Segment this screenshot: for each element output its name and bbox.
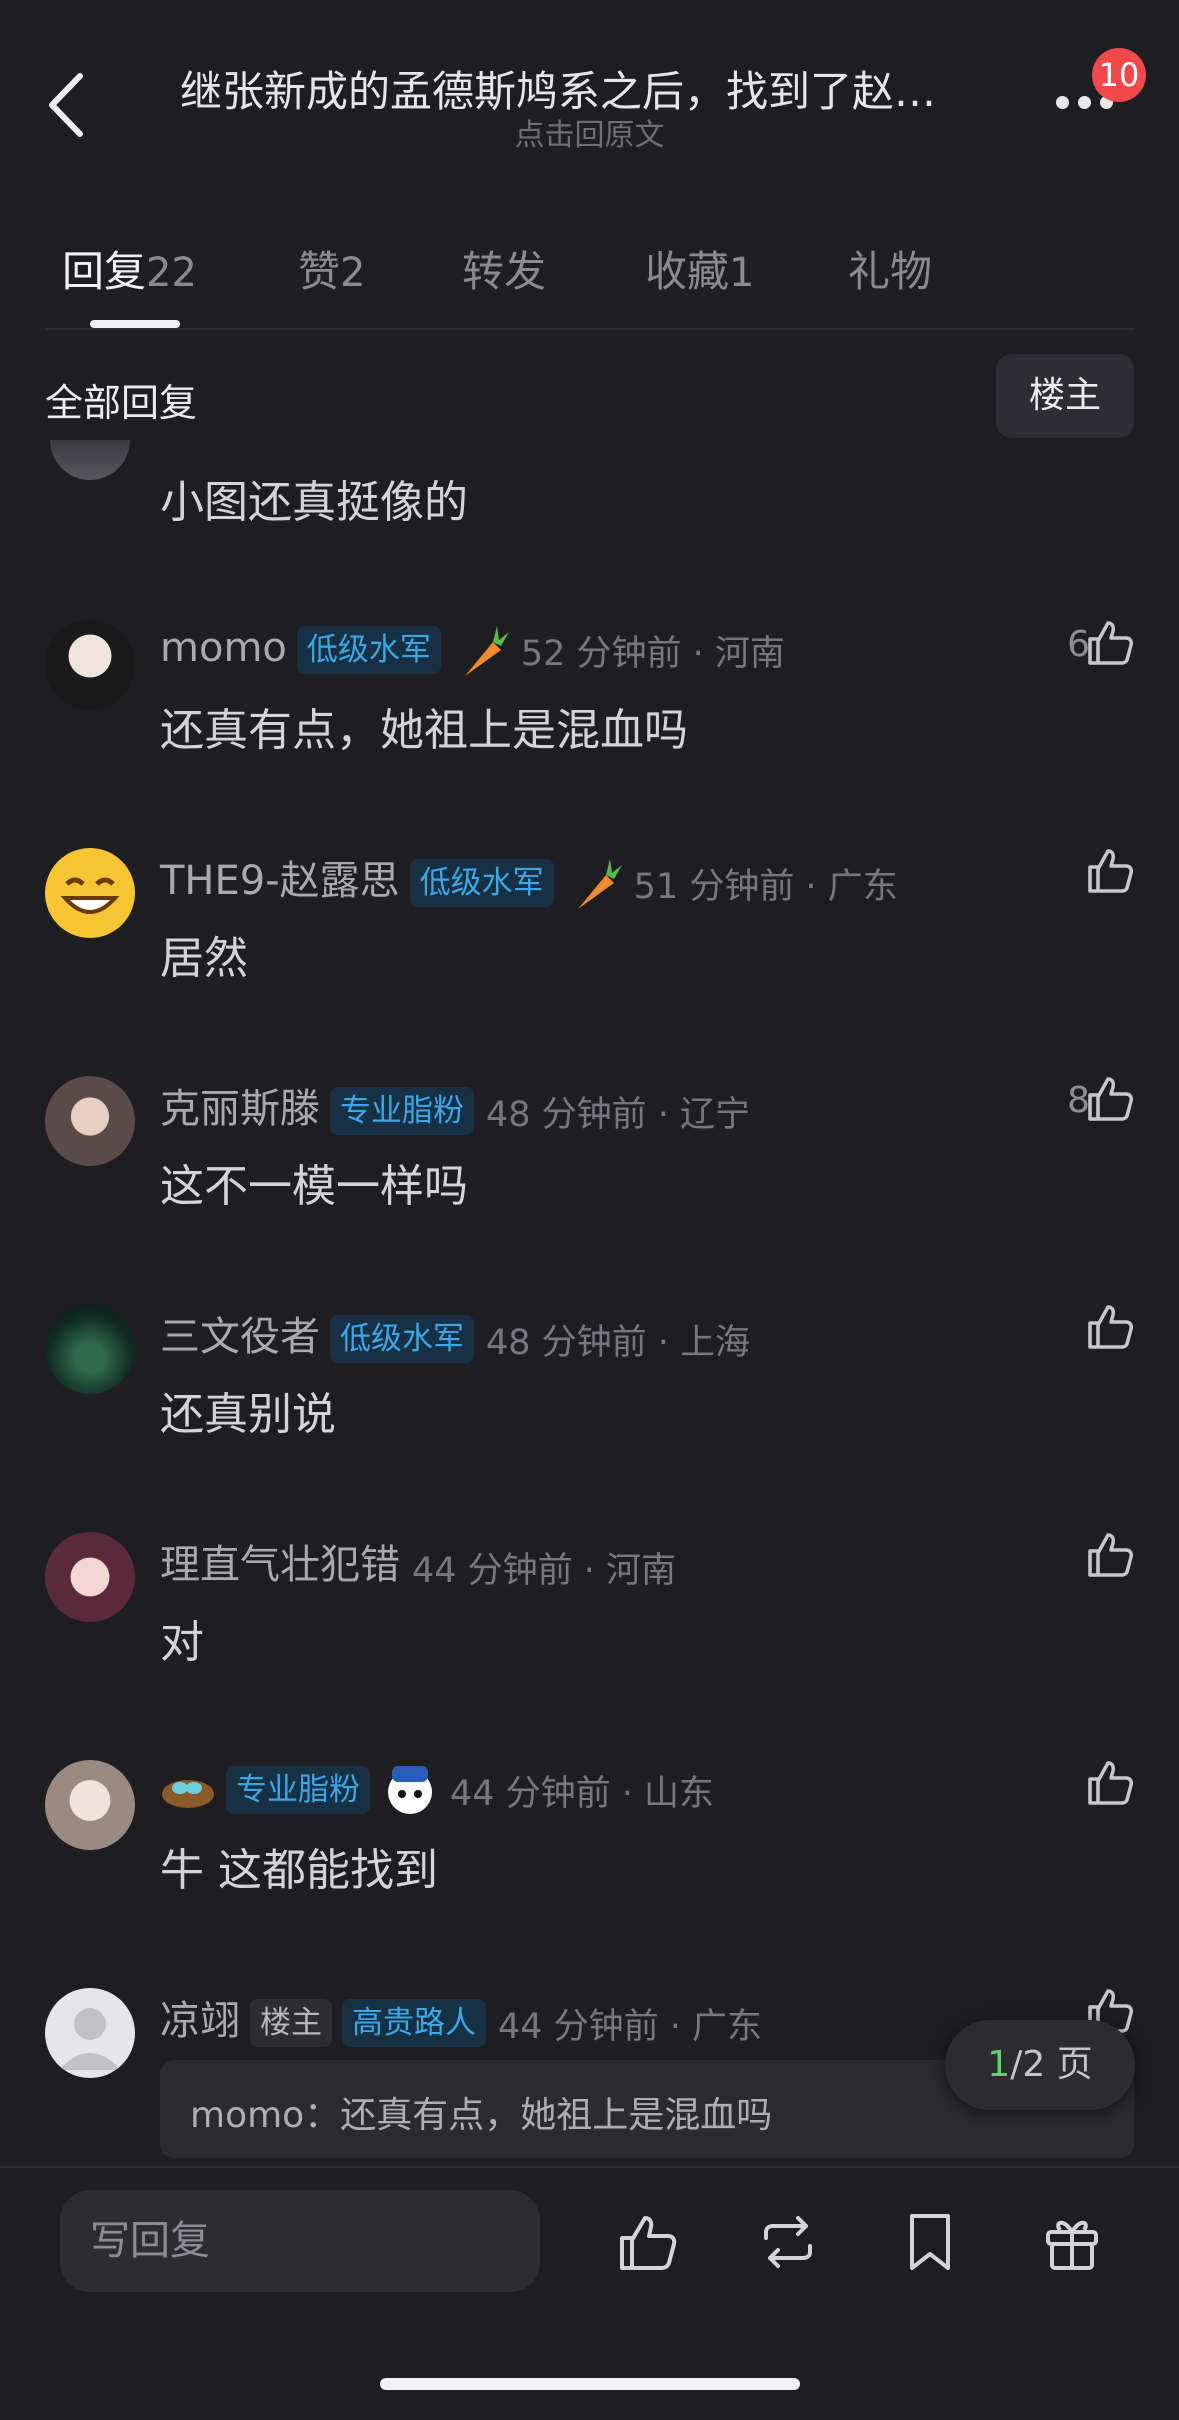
comment-header: 理直气壮犯错 44 分钟前 · 河南 bbox=[160, 1532, 676, 1593]
section-title: 全部回复 bbox=[45, 381, 198, 425]
user-tag[interactable]: 专业脂粉 bbox=[226, 1766, 370, 1814]
comment-text: 这不一模一样吗 bbox=[160, 1161, 468, 1212]
carrot-icon bbox=[464, 626, 509, 676]
quoted-reply-text: momo：还真有点，她祖上是混血吗 bbox=[190, 2095, 773, 2136]
avatar[interactable] bbox=[50, 440, 130, 480]
username[interactable]: 三文役者 bbox=[160, 1314, 320, 1360]
comment-header: momo 低级水军 52 分钟前 · 河南 bbox=[160, 620, 785, 680]
avatar[interactable] bbox=[45, 1076, 135, 1166]
like-count: 8 bbox=[1067, 1080, 1090, 1121]
tab-count: 1 bbox=[729, 250, 755, 296]
comment-text: 小图还真挺像的 bbox=[160, 477, 468, 528]
comment-text: 对 bbox=[160, 1617, 204, 1668]
avatar[interactable] bbox=[45, 1760, 135, 1850]
owner-tag: 楼主 bbox=[250, 1999, 332, 2047]
username[interactable]: 理直气壮犯错 bbox=[160, 1542, 400, 1588]
comment-meta: 51 分钟前 · 广东 bbox=[633, 866, 898, 907]
username[interactable]: momo bbox=[160, 625, 287, 671]
user-tag[interactable]: 高贵路人 bbox=[342, 1999, 486, 2047]
user-tag[interactable]: 专业脂粉 bbox=[330, 1087, 474, 1135]
comment-header: THE9-赵露思 低级水军 51 分钟前 · 广东 bbox=[160, 848, 898, 913]
divider bbox=[45, 328, 1135, 330]
comment-header: 专业脂粉 44 分钟前 · 山东 bbox=[160, 1760, 714, 1820]
current-page: 1 bbox=[987, 2044, 1011, 2085]
avatar[interactable] bbox=[45, 1988, 135, 2078]
cartoon-badge-icon bbox=[388, 1766, 432, 1814]
active-tab-indicator bbox=[90, 320, 180, 328]
default-avatar-icon bbox=[59, 2008, 121, 2070]
thumbs-up-icon[interactable] bbox=[1084, 1301, 1136, 1353]
comment-meta: 52 分钟前 · 河南 bbox=[520, 633, 785, 674]
like-count: 6 bbox=[1067, 624, 1090, 665]
tab-favorites[interactable]: 收藏1 bbox=[645, 238, 754, 299]
user-tag[interactable]: 低级水军 bbox=[296, 626, 441, 674]
notification-badge: 10 bbox=[1092, 48, 1146, 102]
tab-count: 2 bbox=[340, 250, 366, 296]
comment-header: 三文役者 低级水军 48 分钟前 · 上海 bbox=[160, 1304, 750, 1365]
avatar[interactable] bbox=[45, 1532, 135, 1622]
thumbs-up-icon[interactable] bbox=[1084, 617, 1136, 669]
owner-only-filter-button[interactable]: 楼主 bbox=[996, 354, 1134, 438]
repost-icon[interactable] bbox=[756, 2210, 820, 2274]
tab-replies[interactable]: 回复22 bbox=[62, 238, 197, 299]
grin-emoji-icon bbox=[60, 877, 120, 914]
home-indicator[interactable] bbox=[380, 2378, 800, 2390]
thumbs-up-icon[interactable] bbox=[1084, 845, 1136, 897]
nest-icon bbox=[162, 1780, 214, 1808]
more-dots-icon bbox=[1056, 96, 1069, 109]
username[interactable]: 克丽斯滕 bbox=[160, 1086, 320, 1132]
tab-likes[interactable]: 赞2 bbox=[298, 238, 365, 299]
comment-meta: 44 分钟前 · 河南 bbox=[412, 1550, 677, 1591]
comment-meta: 48 分钟前 · 辽宁 bbox=[486, 1094, 751, 1135]
bookmark-icon[interactable] bbox=[898, 2210, 962, 2274]
user-tag[interactable]: 低级水军 bbox=[330, 1315, 474, 1363]
comment-header: 克丽斯滕 专业脂粉 48 分钟前 · 辽宁 bbox=[160, 1076, 750, 1137]
comment-header: 凉翊 楼主 高贵路人 44 分钟前 · 广东 bbox=[160, 1988, 762, 2049]
tab-reposts[interactable]: 转发 bbox=[462, 238, 546, 299]
user-tag[interactable]: 低级水军 bbox=[409, 859, 554, 907]
comment-text: 牛 这都能找到 bbox=[160, 1845, 438, 1896]
username[interactable]: THE9-赵露思 bbox=[160, 858, 400, 904]
thumbs-up-icon[interactable] bbox=[1084, 1529, 1136, 1581]
username[interactable]: 凉翊 bbox=[160, 1998, 240, 2044]
tab-gifts[interactable]: 礼物 bbox=[848, 238, 932, 299]
page-indicator[interactable]: 1/2 页 bbox=[945, 2020, 1135, 2110]
comment-text: 还真有点，她祖上是混血吗 bbox=[160, 705, 688, 756]
comment-text: 还真别说 bbox=[160, 1389, 336, 1440]
avatar[interactable] bbox=[45, 620, 135, 710]
avatar[interactable] bbox=[45, 848, 135, 938]
avatar[interactable] bbox=[45, 1304, 135, 1394]
thumbs-up-icon[interactable] bbox=[1084, 1757, 1136, 1809]
gift-icon[interactable] bbox=[1040, 2210, 1104, 2274]
back-to-original-link[interactable]: 点击回原文 bbox=[0, 110, 1179, 154]
comment-text: 居然 bbox=[160, 933, 248, 984]
comment-meta: 48 分钟前 · 上海 bbox=[486, 1322, 751, 1363]
thumbs-up-icon[interactable] bbox=[1084, 1073, 1136, 1125]
tab-count: 22 bbox=[146, 250, 197, 296]
reply-input[interactable]: 写回复 bbox=[60, 2190, 540, 2292]
carrot-icon bbox=[577, 859, 622, 909]
comment-meta: 44 分钟前 · 广东 bbox=[498, 2006, 763, 2047]
thumbs-up-icon[interactable] bbox=[616, 2210, 680, 2274]
comment-meta: 44 分钟前 · 山东 bbox=[450, 1773, 715, 1814]
